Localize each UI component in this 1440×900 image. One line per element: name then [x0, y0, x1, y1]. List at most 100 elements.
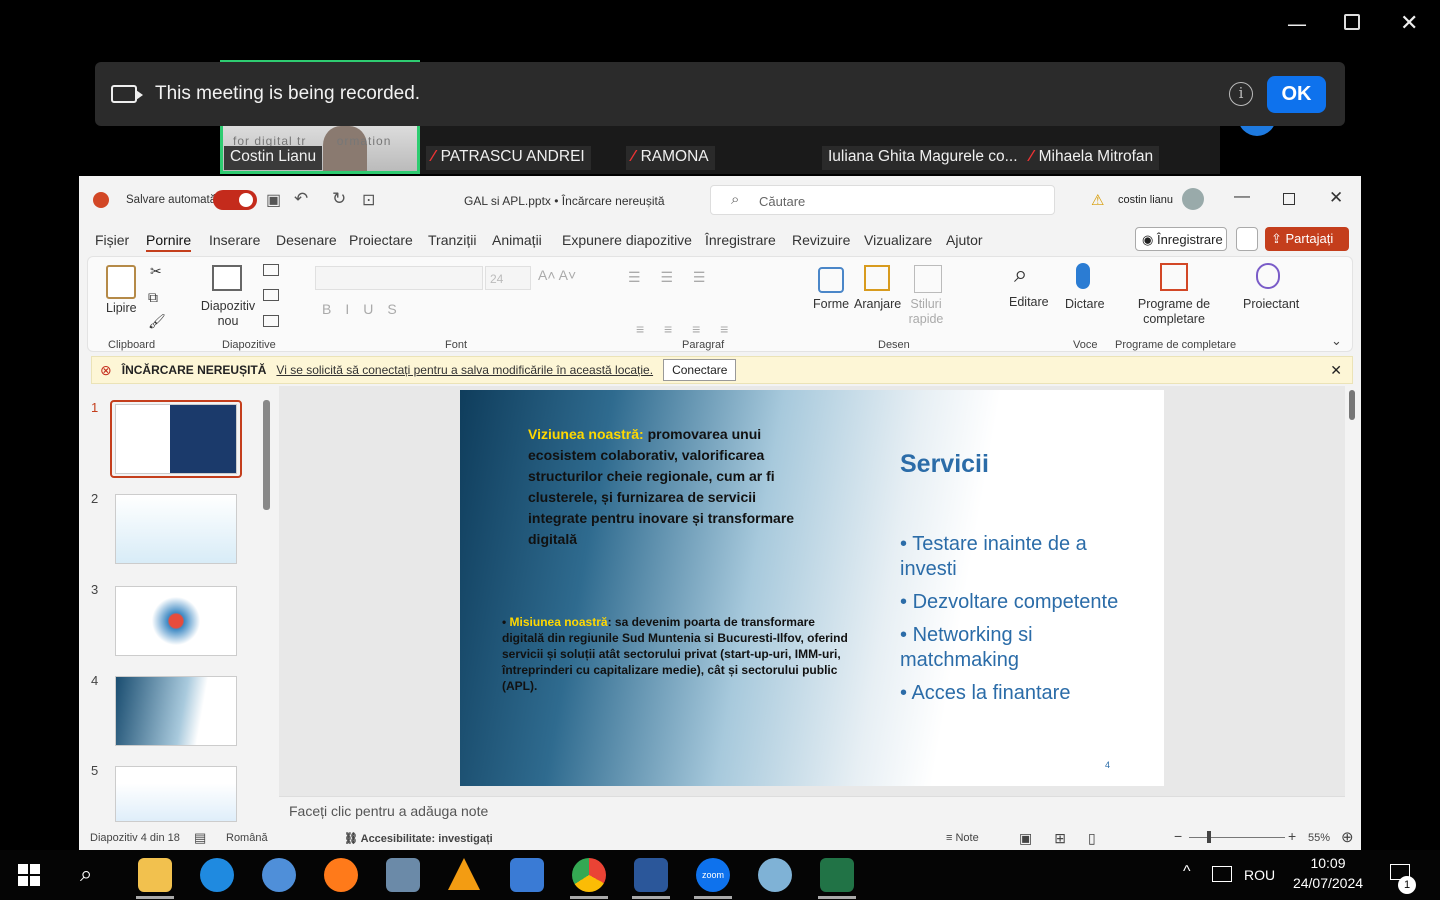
- vlc-icon[interactable]: [448, 858, 480, 890]
- tab-animations[interactable]: Animații: [492, 232, 542, 248]
- user-name[interactable]: costin lianu: [1118, 194, 1173, 206]
- font-family-select[interactable]: [315, 266, 483, 290]
- tab-draw[interactable]: Desenare: [276, 232, 337, 248]
- reset-icon[interactable]: [263, 289, 279, 301]
- close-icon[interactable]: ✕: [1400, 11, 1418, 36]
- connect-button[interactable]: Conectare: [663, 359, 737, 381]
- microphone-icon[interactable]: [1076, 263, 1090, 289]
- quick-styles-icon[interactable]: [914, 265, 942, 293]
- designer-button[interactable]: Proiectant: [1243, 297, 1299, 311]
- minimize-icon[interactable]: —: [1287, 12, 1307, 36]
- present-icon[interactable]: ⊡: [362, 190, 375, 210]
- file-explorer-icon[interactable]: [138, 858, 172, 892]
- app-icon[interactable]: [510, 858, 544, 892]
- format-painter-icon[interactable]: 🖌: [148, 313, 166, 330]
- app-icon[interactable]: [386, 858, 420, 892]
- arrange-button[interactable]: Aranjare: [854, 297, 901, 311]
- current-slide[interactable]: Viziunea noastră: promovarea unui ecosis…: [460, 390, 1164, 786]
- paint-icon[interactable]: [758, 858, 792, 892]
- word-icon[interactable]: [634, 858, 668, 892]
- avatar[interactable]: [1182, 188, 1204, 210]
- undo-icon[interactable]: ↶: [294, 189, 308, 209]
- excel-icon[interactable]: [820, 858, 854, 892]
- language-label[interactable]: Română: [226, 832, 268, 844]
- grow-font-icon[interactable]: A˄ A˅: [538, 267, 576, 283]
- autosave-toggle[interactable]: [213, 190, 257, 210]
- zoom-slider[interactable]: [1189, 837, 1285, 838]
- copy-icon[interactable]: ⧉: [148, 289, 158, 306]
- editing-button[interactable]: Editare: [1009, 295, 1049, 309]
- spellcheck-icon[interactable]: ▤: [194, 830, 206, 846]
- record-button[interactable]: ◉ Înregistrare: [1135, 227, 1227, 251]
- ribbon-expand-icon[interactable]: ⌄: [1331, 333, 1342, 349]
- dictate-button[interactable]: Dictare: [1065, 297, 1105, 311]
- dismiss-icon[interactable]: ✕: [1330, 362, 1342, 379]
- tab-slideshow[interactable]: Expunere diapozitive: [562, 232, 692, 248]
- slide-thumbnail[interactable]: [115, 404, 237, 474]
- ppt-close-icon[interactable]: ✕: [1329, 188, 1343, 208]
- font-size-select[interactable]: 24: [485, 266, 531, 290]
- tab-review[interactable]: Revizuire: [792, 232, 850, 248]
- slide-thumbnail[interactable]: [115, 494, 237, 564]
- slide-thumbnail[interactable]: [115, 586, 237, 656]
- search-input[interactable]: Căutare: [759, 194, 805, 209]
- zoom-out-icon[interactable]: −: [1174, 828, 1182, 844]
- ppt-minimize-icon[interactable]: —: [1234, 188, 1250, 206]
- tab-insert[interactable]: Inserare: [209, 232, 260, 248]
- windows-start-icon[interactable]: [18, 864, 40, 886]
- firefox-icon[interactable]: [324, 858, 358, 892]
- addins-button[interactable]: Programe de completare: [1128, 297, 1220, 327]
- fit-slide-icon[interactable]: ⊕: [1341, 828, 1354, 846]
- thunderbird-icon[interactable]: [262, 858, 296, 892]
- new-slide-button[interactable]: Diapozitiv nou: [196, 299, 260, 329]
- ok-button[interactable]: OK: [1267, 76, 1326, 113]
- tab-design[interactable]: Proiectare: [349, 232, 413, 248]
- tab-transitions[interactable]: Tranziții: [428, 232, 477, 248]
- canvas-scrollbar[interactable]: [1349, 390, 1355, 420]
- quick-styles-button[interactable]: Stiluri rapide: [903, 297, 949, 327]
- redo-icon[interactable]: ↻: [332, 189, 346, 209]
- tab-file[interactable]: Fișier: [95, 232, 129, 248]
- search-box[interactable]: ⌕ Căutare: [710, 185, 1055, 215]
- slide-thumbnail[interactable]: [115, 676, 237, 746]
- info-icon[interactable]: i: [1229, 82, 1253, 106]
- zoom-level[interactable]: 55%: [1308, 832, 1330, 844]
- section-icon[interactable]: [263, 315, 279, 327]
- view-buttons[interactable]: ▣⊞▯: [1019, 830, 1118, 847]
- network-icon[interactable]: [1212, 866, 1232, 882]
- new-slide-icon[interactable]: [212, 265, 242, 291]
- chevron-up-icon[interactable]: ^: [1183, 863, 1191, 881]
- layout-icon[interactable]: [263, 264, 279, 276]
- zoom-taskbar-icon[interactable]: zoom: [696, 858, 730, 892]
- cut-icon[interactable]: ✂: [150, 263, 162, 280]
- align-icons[interactable]: ≡ ≡ ≡ ≡: [636, 321, 736, 337]
- shapes-icon[interactable]: [818, 267, 844, 293]
- chrome-icon[interactable]: [572, 858, 606, 892]
- search-taskbar-icon[interactable]: ⌕: [80, 861, 92, 887]
- zoom-in-icon[interactable]: +: [1288, 828, 1296, 844]
- file-title[interactable]: GAL si APL.pptx • Încărcare nereușită: [464, 194, 665, 208]
- font-format-icons[interactable]: BIUS: [322, 301, 411, 317]
- edge-icon[interactable]: [200, 858, 234, 892]
- paste-icon[interactable]: [106, 265, 136, 299]
- ppt-restore-icon[interactable]: [1283, 193, 1295, 205]
- find-icon[interactable]: ⌕: [1014, 261, 1027, 289]
- comments-icon[interactable]: [1236, 227, 1258, 251]
- addins-icon[interactable]: [1160, 263, 1188, 291]
- arrange-icon[interactable]: [864, 265, 890, 291]
- tab-view[interactable]: Vizualizare: [864, 232, 932, 248]
- tab-home[interactable]: Pornire: [146, 232, 192, 252]
- zoom-slider-thumb[interactable]: [1207, 831, 1211, 843]
- error-message[interactable]: Vi se solicită să conectați pentru a sal…: [276, 363, 653, 377]
- accessibility-status[interactable]: ⛓ Accesibilitate: investigați: [344, 832, 493, 845]
- clock[interactable]: 10:09 24/07/2024: [1290, 855, 1366, 891]
- notes-input[interactable]: Faceți clic pentru a adăuga note: [279, 796, 1345, 826]
- designer-icon[interactable]: [1256, 263, 1280, 289]
- shapes-button[interactable]: Forme: [813, 297, 849, 311]
- language-indicator[interactable]: ROU: [1244, 867, 1275, 883]
- thumbs-scrollbar[interactable]: [263, 400, 270, 510]
- tab-record[interactable]: Înregistrare: [705, 232, 776, 248]
- list-icons[interactable]: ☰ ☰ ☰: [628, 269, 713, 286]
- paste-button[interactable]: Lipire: [106, 301, 137, 315]
- restore-icon[interactable]: [1344, 14, 1360, 30]
